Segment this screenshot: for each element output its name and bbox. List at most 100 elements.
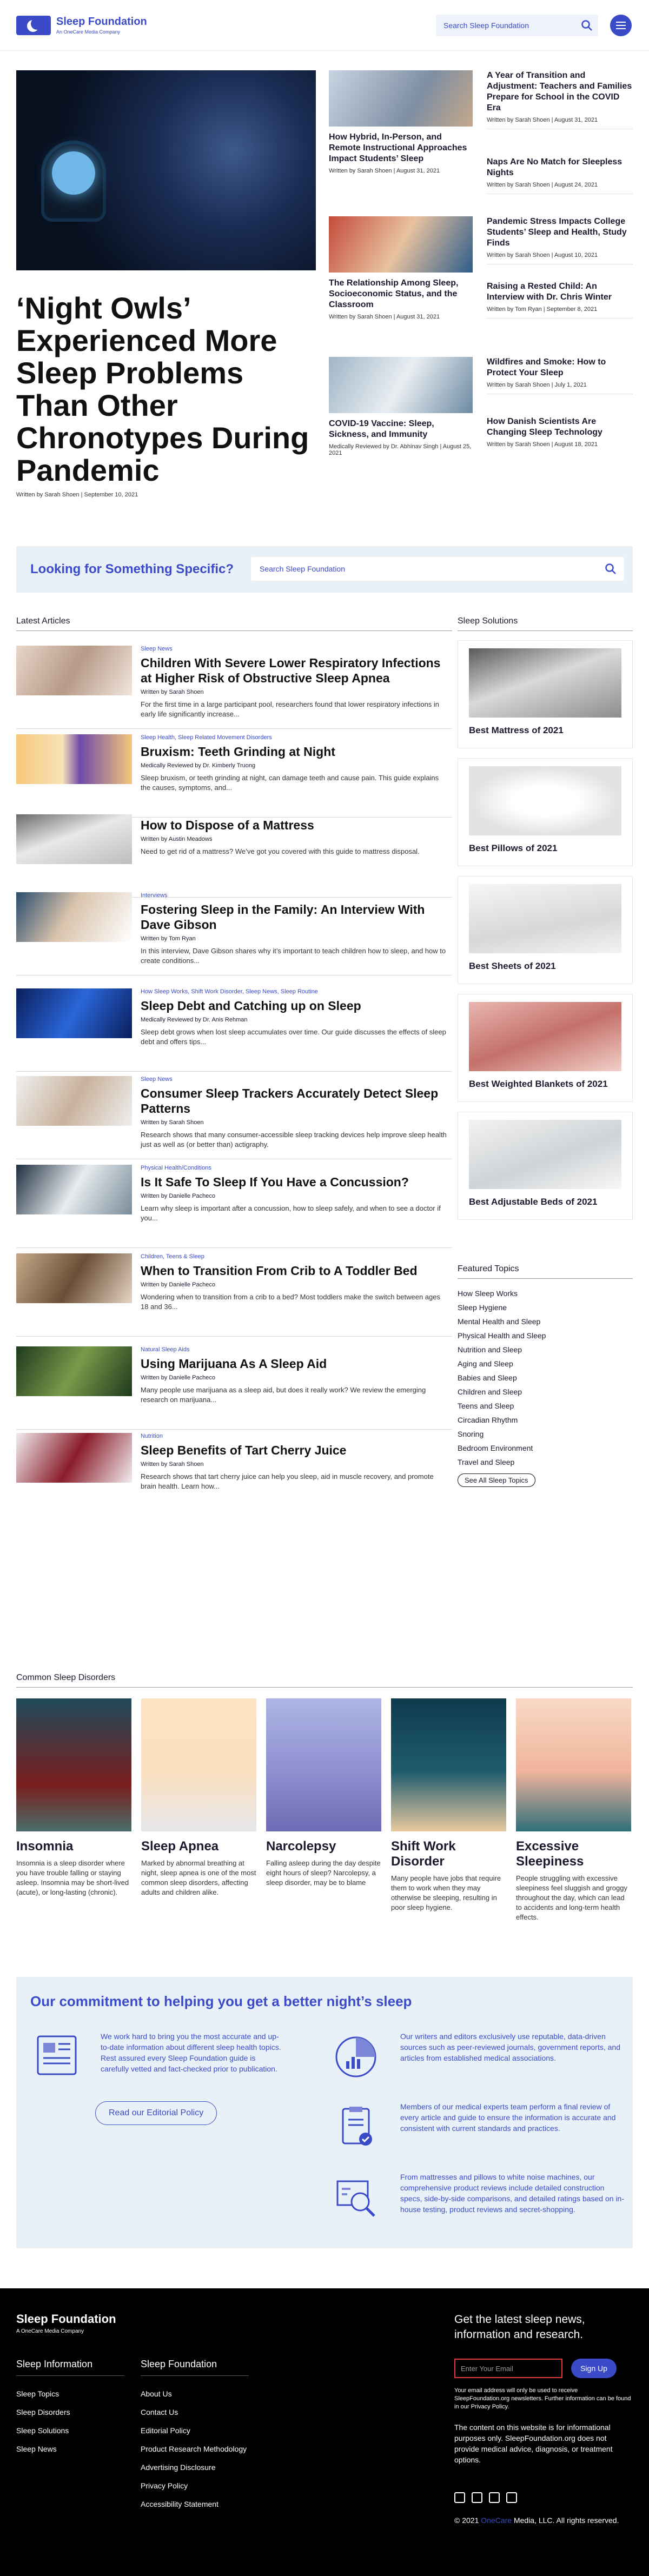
- sign-up-button[interactable]: Sign Up: [571, 2359, 617, 2378]
- solution-card[interactable]: Best Mattress of 2021: [458, 640, 633, 748]
- footer-link[interactable]: Sleep Topics: [16, 2385, 124, 2403]
- topic-link[interactable]: Children and Sleep: [458, 1385, 633, 1399]
- footer-link[interactable]: Editorial Policy: [141, 2421, 249, 2440]
- article-category[interactable]: Children, Teens & Sleep: [141, 1253, 449, 1260]
- topic-link[interactable]: Circadian Rhythm: [458, 1413, 633, 1427]
- topic-link[interactable]: Sleep Hygiene: [458, 1300, 633, 1314]
- list-item-title[interactable]: How Danish Scientists Are Changing Sleep…: [487, 416, 633, 438]
- disorder-card[interactable]: Insomnia Insomnia is a sleep disorder whe…: [16, 1698, 131, 1922]
- article-title[interactable]: Is It Safe To Sleep If You Have a Concus…: [141, 1174, 449, 1190]
- list-item[interactable]: Pandemic Stress Impacts College Students…: [487, 216, 633, 264]
- disorder-card[interactable]: Shift Work Disorder Many people have jobs…: [391, 1698, 506, 1922]
- article-title[interactable]: How to Dispose of a Mattress: [141, 818, 449, 833]
- footer-link[interactable]: Contact Us: [141, 2403, 249, 2421]
- topic-link[interactable]: Snoring: [458, 1427, 633, 1441]
- article-thumbnail[interactable]: [16, 646, 132, 695]
- search-input[interactable]: Search Sleep Foundation: [251, 557, 624, 581]
- article-category[interactable]: Nutrition: [141, 1433, 449, 1439]
- article-thumbnail[interactable]: [16, 734, 132, 784]
- card-title[interactable]: COVID-19 Vaccine: Sleep, Sickness, and I…: [329, 419, 473, 440]
- disorder-title[interactable]: Shift Work Disorder: [391, 1839, 506, 1869]
- disorder-card[interactable]: Excessive Sleepiness People struggling wi…: [516, 1698, 631, 1922]
- article-title[interactable]: Bruxism: Teeth Grinding at Night: [141, 744, 449, 759]
- article-row[interactable]: How to Dispose of a Mattress Written by A…: [16, 809, 452, 898]
- list-item[interactable]: A Year of Transition and Adjustment: Tea…: [487, 70, 633, 129]
- disorder-title[interactable]: Sleep Apnea: [141, 1839, 256, 1854]
- topic-link[interactable]: Travel and Sleep: [458, 1455, 633, 1469]
- search-icon[interactable]: [581, 19, 593, 31]
- article-row[interactable]: Interviews Fostering Sleep in the Family:…: [16, 887, 452, 975]
- article-title[interactable]: When to Transition From Crib to A Toddle…: [141, 1263, 449, 1278]
- topic-link[interactable]: Nutrition and Sleep: [458, 1343, 633, 1357]
- list-item[interactable]: Wildfires and Smoke: How to Protect Your…: [487, 357, 633, 394]
- article-row[interactable]: How Sleep Works, Shift Work Disorder, Sl…: [16, 983, 452, 1072]
- hero-title[interactable]: ‘Night Owls’ Experienced More Sleep Prob…: [16, 292, 319, 487]
- footer-link[interactable]: Sleep Disorders: [16, 2403, 124, 2421]
- solution-card[interactable]: Best Adjustable Beds of 2021: [458, 1112, 633, 1220]
- topic-link[interactable]: Physical Health and Sleep: [458, 1329, 633, 1343]
- article-category[interactable]: Interviews: [141, 892, 449, 899]
- copyright-company-link[interactable]: OneCare: [481, 2516, 512, 2525]
- topic-link[interactable]: Mental Health and Sleep: [458, 1314, 633, 1329]
- twitter-icon[interactable]: [472, 2492, 482, 2503]
- article-title[interactable]: Using Marijuana As A Sleep Aid: [141, 1356, 449, 1371]
- footer-link[interactable]: Advertising Disclosure: [141, 2458, 249, 2477]
- article-category[interactable]: Sleep Health, Sleep Related Movement Dis…: [141, 734, 449, 741]
- solution-label[interactable]: Best Weighted Blankets of 2021: [469, 1079, 621, 1090]
- article-title[interactable]: Consumer Sleep Trackers Accurately Detec…: [141, 1086, 449, 1116]
- disorder-title[interactable]: Narcolepsy: [266, 1839, 381, 1854]
- topic-link[interactable]: Bedroom Environment: [458, 1441, 633, 1455]
- topic-link[interactable]: Babies and Sleep: [458, 1371, 633, 1385]
- list-item[interactable]: Raising a Rested Child: An Interview wit…: [487, 281, 633, 318]
- article-thumbnail[interactable]: [16, 892, 132, 942]
- solution-card[interactable]: Best Pillows of 2021: [458, 758, 633, 866]
- hero-image[interactable]: [16, 70, 316, 270]
- article-row[interactable]: Physical Health/Conditions Is It Safe To …: [16, 1159, 452, 1248]
- disorder-card[interactable]: Sleep Apnea Marked by abnormal breathing …: [141, 1698, 256, 1922]
- footer-link[interactable]: Accessibility Statement: [141, 2495, 249, 2513]
- footer-link[interactable]: About Us: [141, 2385, 249, 2403]
- article-thumbnail[interactable]: [16, 1346, 132, 1396]
- article-row[interactable]: Natural Sleep Aids Using Marijuana As A S…: [16, 1341, 452, 1430]
- article-title[interactable]: Fostering Sleep in the Family: An Interv…: [141, 902, 449, 932]
- disorder-card[interactable]: Narcolepsy Falling asleep during the day …: [266, 1698, 381, 1922]
- instagram-icon[interactable]: [506, 2492, 517, 2503]
- article-thumbnail[interactable]: [16, 814, 132, 864]
- article-category[interactable]: Physical Health/Conditions: [141, 1165, 449, 1171]
- solution-label[interactable]: Best Mattress of 2021: [469, 725, 621, 736]
- list-item-title[interactable]: Raising a Rested Child: An Interview wit…: [487, 281, 633, 303]
- youtube-icon[interactable]: [489, 2492, 500, 2503]
- footer-link[interactable]: Sleep News: [16, 2440, 124, 2458]
- topic-link[interactable]: Aging and Sleep: [458, 1357, 633, 1371]
- solution-label[interactable]: Best Adjustable Beds of 2021: [469, 1197, 621, 1207]
- article-thumbnail[interactable]: [16, 1253, 132, 1303]
- article-thumbnail[interactable]: [16, 988, 132, 1038]
- article-row[interactable]: Sleep News Children With Severe Lower Res…: [16, 640, 452, 729]
- footer-link[interactable]: Sleep Solutions: [16, 2421, 124, 2440]
- email-field[interactable]: Enter Your Email: [454, 2359, 562, 2378]
- article-row[interactable]: Nutrition Sleep Benefits of Tart Cherry J…: [16, 1428, 452, 1516]
- list-item[interactable]: How Danish Scientists Are Changing Sleep…: [487, 416, 633, 453]
- article-category[interactable]: Sleep News: [141, 646, 449, 652]
- solution-card[interactable]: Best Weighted Blankets of 2021: [458, 994, 633, 1102]
- list-item-title[interactable]: Pandemic Stress Impacts College Students…: [487, 216, 633, 249]
- footer-link[interactable]: Product Research Methodology: [141, 2440, 249, 2458]
- article-row[interactable]: Sleep Health, Sleep Related Movement Dis…: [16, 729, 452, 818]
- article-category[interactable]: Sleep News: [141, 1076, 449, 1083]
- footer-link[interactable]: Privacy Policy: [141, 2477, 249, 2495]
- article-category[interactable]: Natural Sleep Aids: [141, 1346, 449, 1353]
- search-icon[interactable]: [605, 563, 617, 575]
- article-title[interactable]: Sleep Debt and Catching up on Sleep: [141, 998, 449, 1013]
- article-thumbnail[interactable]: [16, 1433, 132, 1483]
- card-title[interactable]: How Hybrid, In-Person, and Remote Instru…: [329, 132, 473, 164]
- header-search-input[interactable]: Search Sleep Foundation: [436, 15, 598, 36]
- article-row[interactable]: Children, Teens & Sleep When to Transitio…: [16, 1248, 452, 1337]
- card-title[interactable]: The Relationship Among Sleep, Socioecono…: [329, 278, 473, 310]
- see-all-topics-button[interactable]: See All Sleep Topics: [458, 1473, 535, 1487]
- article-title[interactable]: Sleep Benefits of Tart Cherry Juice: [141, 1443, 449, 1458]
- topic-link[interactable]: How Sleep Works: [458, 1286, 633, 1300]
- article-category[interactable]: How Sleep Works, Shift Work Disorder, Sl…: [141, 988, 449, 995]
- disorder-title[interactable]: Insomnia: [16, 1839, 131, 1854]
- solution-card[interactable]: Best Sheets of 2021: [458, 876, 633, 984]
- list-item-title[interactable]: Naps Are No Match for Sleepless Nights: [487, 157, 633, 178]
